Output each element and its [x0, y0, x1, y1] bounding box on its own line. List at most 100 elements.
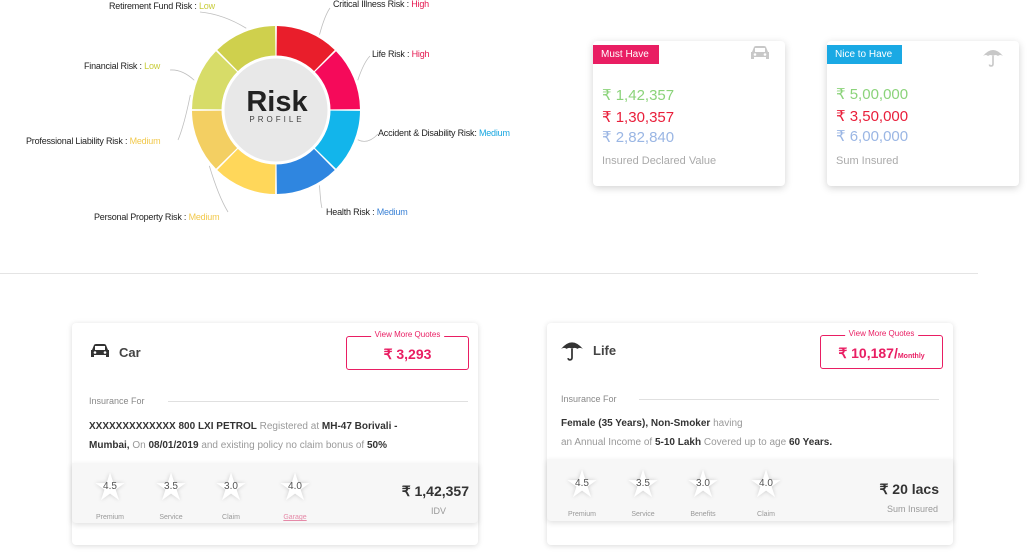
- policy-date: 08/01/2019: [148, 440, 199, 451]
- car-quote-button[interactable]: View More Quotes ₹ 3,293: [346, 330, 469, 370]
- rating-service: ★ 3.5 Service: [151, 469, 191, 521]
- rating-claim: ★ 3.0 Claim: [211, 469, 251, 521]
- risk-name: Professional Liability Risk :: [26, 136, 128, 146]
- nice-to-have-ribbon: Nice to Have: [827, 45, 903, 64]
- risk-leader-line: [357, 133, 379, 142]
- risk-level: Low: [144, 61, 161, 71]
- risk-level: Medium: [478, 128, 510, 138]
- car-title: Car: [119, 345, 141, 360]
- rating-garage[interactable]: ★ 4.0 Garage: [275, 469, 315, 521]
- car-registration: MH-47 Borivali -: [321, 421, 398, 432]
- car-description-line-1: XXXXXXXXXXXXX 800 LXI PETROL Registered …: [89, 417, 469, 436]
- risk-center: Risk PROFILE: [222, 87, 332, 124]
- cover-age: 60 Years.: [788, 437, 833, 448]
- registered-text: Registered at: [259, 421, 320, 432]
- rating-label: Service: [631, 511, 655, 518]
- risk-level: Medium: [129, 136, 161, 146]
- risk-label-accident: Accident & Disability Risk: Medium: [378, 128, 510, 138]
- must-have-value-2: ₹ 1,30,357: [602, 109, 675, 126]
- life-quote-suffix: Monthly: [897, 353, 925, 360]
- rating-premium: ★ 4.5 Premium: [90, 469, 130, 521]
- income-value: 5-10 Lakh: [654, 437, 702, 448]
- must-have-value-3: ₹ 2,82,840: [602, 129, 675, 146]
- rating-value: 3.0: [696, 478, 710, 489]
- on-text: On: [132, 440, 146, 451]
- ncb-value: 50%: [366, 440, 387, 451]
- risk-title: Risk: [246, 86, 308, 118]
- rating-value: 4.0: [288, 481, 302, 492]
- risk-label-retirement: Retirement Fund Risk : Low: [109, 1, 215, 11]
- life-sum-label: Sum Insured: [886, 504, 938, 514]
- section-divider: [0, 273, 978, 274]
- view-more-quotes-label[interactable]: View More Quotes: [844, 329, 919, 338]
- car-description: XXXXXXXXXXXXX 800 LXI PETROL Registered …: [89, 417, 469, 455]
- car-card-footer: ★ 4.5 Premium ★ 3.5 Service ★ 3.0 Claim …: [72, 463, 478, 523]
- rating-service: ★ 3.5 Service: [623, 466, 663, 518]
- nice-to-have-caption: Sum Insured: [836, 155, 899, 167]
- income-text: an Annual Income of: [561, 437, 653, 448]
- risk-label-critical-illness: Critical Illness Risk : High: [333, 0, 429, 9]
- car-card[interactable]: Car View More Quotes ₹ 3,293 Insurance F…: [72, 323, 478, 545]
- insurance-for-divider: [639, 399, 939, 400]
- risk-leader-line: [199, 11, 247, 29]
- life-description: Female (35 Years), Non-Smoker having an …: [561, 414, 941, 452]
- risk-label-personal-property: Personal Property Risk : Medium: [94, 212, 220, 222]
- risk-name: Financial Risk :: [84, 61, 142, 71]
- risk-name: Personal Property Risk :: [94, 212, 187, 222]
- risk-subtitle: PROFILE: [249, 115, 305, 124]
- rating-label: Claim: [222, 514, 240, 521]
- car-description-line-2: Mumbai, On 08/01/2019 and existing polic…: [89, 436, 469, 455]
- car-city: Mumbai,: [89, 440, 130, 451]
- life-quote-button[interactable]: View More Quotes ₹ 10,187/Monthly: [820, 329, 943, 369]
- ncb-text: and existing policy no claim bonus of: [201, 440, 365, 451]
- insurance-for-label: Insurance For: [561, 394, 617, 404]
- life-description-line-1: Female (35 Years), Non-Smoker having: [561, 414, 941, 433]
- rating-label-link[interactable]: Garage: [265, 514, 325, 521]
- risk-label-financial: Financial Risk : Low: [84, 61, 160, 71]
- life-sum-amount: ₹ 20 lacs: [879, 481, 939, 497]
- rating-label: Service: [159, 514, 183, 521]
- must-have-card[interactable]: Must Have ₹ 1,42,357 ₹ 1,30,357 ₹ 2,82,8…: [593, 41, 785, 186]
- rating-label: Claim: [757, 511, 775, 518]
- risk-label-professional: Professional Liability Risk : Medium: [26, 136, 161, 146]
- risk-leader-line: [169, 69, 195, 81]
- risk-leader-line: [357, 55, 371, 81]
- car-idv-label: IDV: [430, 506, 446, 516]
- view-more-quotes-label[interactable]: View More Quotes: [370, 330, 445, 339]
- umbrella-icon: [983, 50, 1003, 67]
- ribbon-label: Must Have: [601, 49, 649, 60]
- risk-leader-line: [177, 94, 191, 141]
- risk-label-health: Health Risk : Medium: [326, 207, 408, 217]
- having-text: having: [713, 418, 743, 429]
- risk-level: Low: [198, 1, 215, 11]
- life-quote-amount: ₹ 10,187/: [838, 345, 898, 361]
- rating-label: Premium: [95, 514, 124, 521]
- rating-value: 4.5: [103, 481, 117, 492]
- rating-value: 4.0: [759, 478, 773, 489]
- risk-level: High: [411, 49, 430, 59]
- life-description-line-2: an Annual Income of 5-10 Lakh Covered up…: [561, 433, 941, 452]
- rating-value: 3.0: [224, 481, 238, 492]
- risk-profile-chart: Retirement Fund Risk : Low Critical Illn…: [0, 0, 560, 240]
- nice-to-have-value-2: ₹ 3,50,000: [836, 108, 909, 125]
- risk-name: Retirement Fund Risk :: [109, 1, 197, 11]
- risk-label-life: Life Risk : High: [372, 49, 430, 59]
- risk-level: Medium: [376, 207, 408, 217]
- risk-leader-line: [319, 185, 323, 209]
- nice-to-have-value-3: ₹ 6,00,000: [836, 128, 909, 145]
- risk-name: Critical Illness Risk :: [333, 0, 409, 9]
- nice-to-have-card[interactable]: Nice to Have ₹ 5,00,000 ₹ 3,50,000 ₹ 6,0…: [827, 41, 1019, 186]
- risk-leader-line: [319, 7, 331, 35]
- umbrella-icon: [561, 342, 583, 361]
- ribbon-label: Nice to Have: [835, 49, 893, 60]
- rating-claim: ★ 4.0 Claim: [746, 466, 786, 518]
- insurance-for-label: Insurance For: [89, 396, 145, 406]
- car-quote-value: ₹ 3,293: [383, 346, 432, 362]
- risk-level: Medium: [188, 212, 220, 222]
- rating-label: Premium: [567, 511, 596, 518]
- life-card[interactable]: Life View More Quotes ₹ 10,187/Monthly I…: [547, 323, 953, 545]
- rating-premium: ★ 4.5 Premium: [562, 466, 602, 518]
- must-have-value-1: ₹ 1,42,357: [602, 87, 675, 104]
- risk-name: Health Risk :: [326, 207, 375, 217]
- life-title: Life: [593, 343, 617, 358]
